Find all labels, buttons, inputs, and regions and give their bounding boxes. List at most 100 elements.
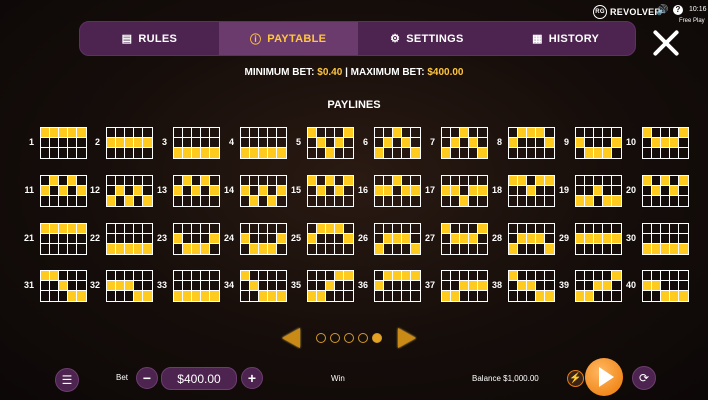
tab-settings[interactable]: ⚙ SETTINGS [358, 22, 497, 55]
payline-cell [174, 196, 183, 206]
autoplay-icon[interactable]: ⟳ [632, 366, 656, 390]
payline-cell [460, 138, 469, 148]
page-dot-active[interactable] [372, 333, 382, 343]
tab-paytable[interactable]: ⓘ PAYTABLE [218, 22, 358, 55]
payline-cell-active [384, 186, 393, 196]
payline-cell [107, 271, 116, 281]
payline-cell [192, 176, 201, 186]
payline-cell [652, 271, 661, 281]
payline-cell [308, 244, 317, 254]
payline-number: 37 [424, 280, 435, 290]
payline-number: 2 [94, 137, 100, 147]
payline-cell [576, 281, 585, 291]
payline-cell [326, 196, 335, 206]
spin-button[interactable] [585, 358, 623, 396]
payline-cell-active [402, 138, 411, 148]
page-dot[interactable] [330, 333, 340, 343]
payline-cell [536, 196, 545, 206]
turbo-icon[interactable]: ⚡ [567, 370, 584, 387]
payline-cell-active [585, 196, 594, 206]
sound-icon[interactable]: 🔊 [656, 5, 668, 16]
payline-cell [192, 234, 201, 244]
payline-cell [59, 271, 68, 281]
payline-cell [652, 234, 661, 244]
payline-cell [125, 186, 134, 196]
bet-label: Bet [116, 373, 129, 382]
menu-icon[interactable]: ☰ [55, 368, 79, 392]
payline-cell [134, 128, 143, 138]
decrease-bet-button[interactable]: − [136, 367, 158, 389]
previous-page-arrow-icon[interactable] [282, 328, 300, 348]
payline-cell-active [268, 244, 277, 254]
payline-33: 33 [143, 270, 220, 302]
payline-cell-active [576, 234, 585, 244]
payline-cell [594, 196, 603, 206]
payline-cell-active [250, 148, 259, 158]
payline-36: 36 [344, 270, 421, 302]
payline-cell [107, 234, 116, 244]
payline-cell [125, 128, 134, 138]
payline-30: 30 [612, 223, 689, 255]
payline-cell-active [393, 176, 402, 186]
payline-cell-active [469, 281, 478, 291]
payline-cell-active [442, 148, 451, 158]
payline-cell [536, 138, 545, 148]
page-dot[interactable] [344, 333, 354, 343]
payline-cell [652, 148, 661, 158]
payline-cell-active [41, 128, 50, 138]
payline-cell [509, 234, 518, 244]
payline-9: 9 [545, 127, 622, 159]
payline-cell [174, 224, 183, 234]
payline-cell-active [603, 281, 612, 291]
payline-16: 16 [344, 175, 421, 207]
payline-cell [384, 148, 393, 158]
payline-cell-active [192, 148, 201, 158]
payline-number: 29 [558, 233, 569, 243]
payline-cell [679, 148, 688, 158]
payline-cell [335, 281, 344, 291]
tab-label: HISTORY [548, 32, 600, 45]
payline-32: 32 [76, 270, 153, 302]
tab-history[interactable]: ▦ HISTORY [496, 22, 635, 55]
tab-label: SETTINGS [406, 32, 464, 45]
payline-cell-active [308, 128, 317, 138]
payline-25: 25 [277, 223, 354, 255]
payline-cell [375, 196, 384, 206]
payline-cell [652, 128, 661, 138]
payline-cell [643, 148, 652, 158]
help-icon[interactable]: ? [673, 5, 683, 15]
payline-cell [41, 176, 50, 186]
payline-31: 31 [10, 270, 87, 302]
payline-cell [518, 224, 527, 234]
increase-bet-button[interactable]: + [241, 367, 263, 389]
logo-text: REVOLVER [610, 7, 662, 17]
payline-cell [134, 234, 143, 244]
payline-cell [308, 138, 317, 148]
payline-cell [469, 176, 478, 186]
payline-cell-active [518, 176, 527, 186]
payline-cell [518, 186, 527, 196]
next-page-arrow-icon[interactable] [398, 328, 416, 348]
payline-cell-active [326, 224, 335, 234]
payline-cell-active [661, 291, 670, 301]
payline-cell [116, 271, 125, 281]
page-dot[interactable] [316, 333, 326, 343]
payline-cell [594, 244, 603, 254]
payline-cell [59, 176, 68, 186]
payline-cell [661, 196, 670, 206]
payline-cell [679, 224, 688, 234]
close-icon[interactable] [651, 28, 681, 58]
tab-rules[interactable]: ▤ RULES [80, 22, 219, 55]
page-dot[interactable] [358, 333, 368, 343]
payline-cell [670, 234, 679, 244]
payline-cell-active [116, 186, 125, 196]
payline-cell [393, 291, 402, 301]
payline-cell [670, 148, 679, 158]
payline-cell-active [384, 138, 393, 148]
payline-cell [652, 224, 661, 234]
payline-cell-active [183, 291, 192, 301]
payline-number: 27 [424, 233, 435, 243]
payline-cell [643, 234, 652, 244]
payline-cell [442, 234, 451, 244]
payline-cell [335, 176, 344, 186]
